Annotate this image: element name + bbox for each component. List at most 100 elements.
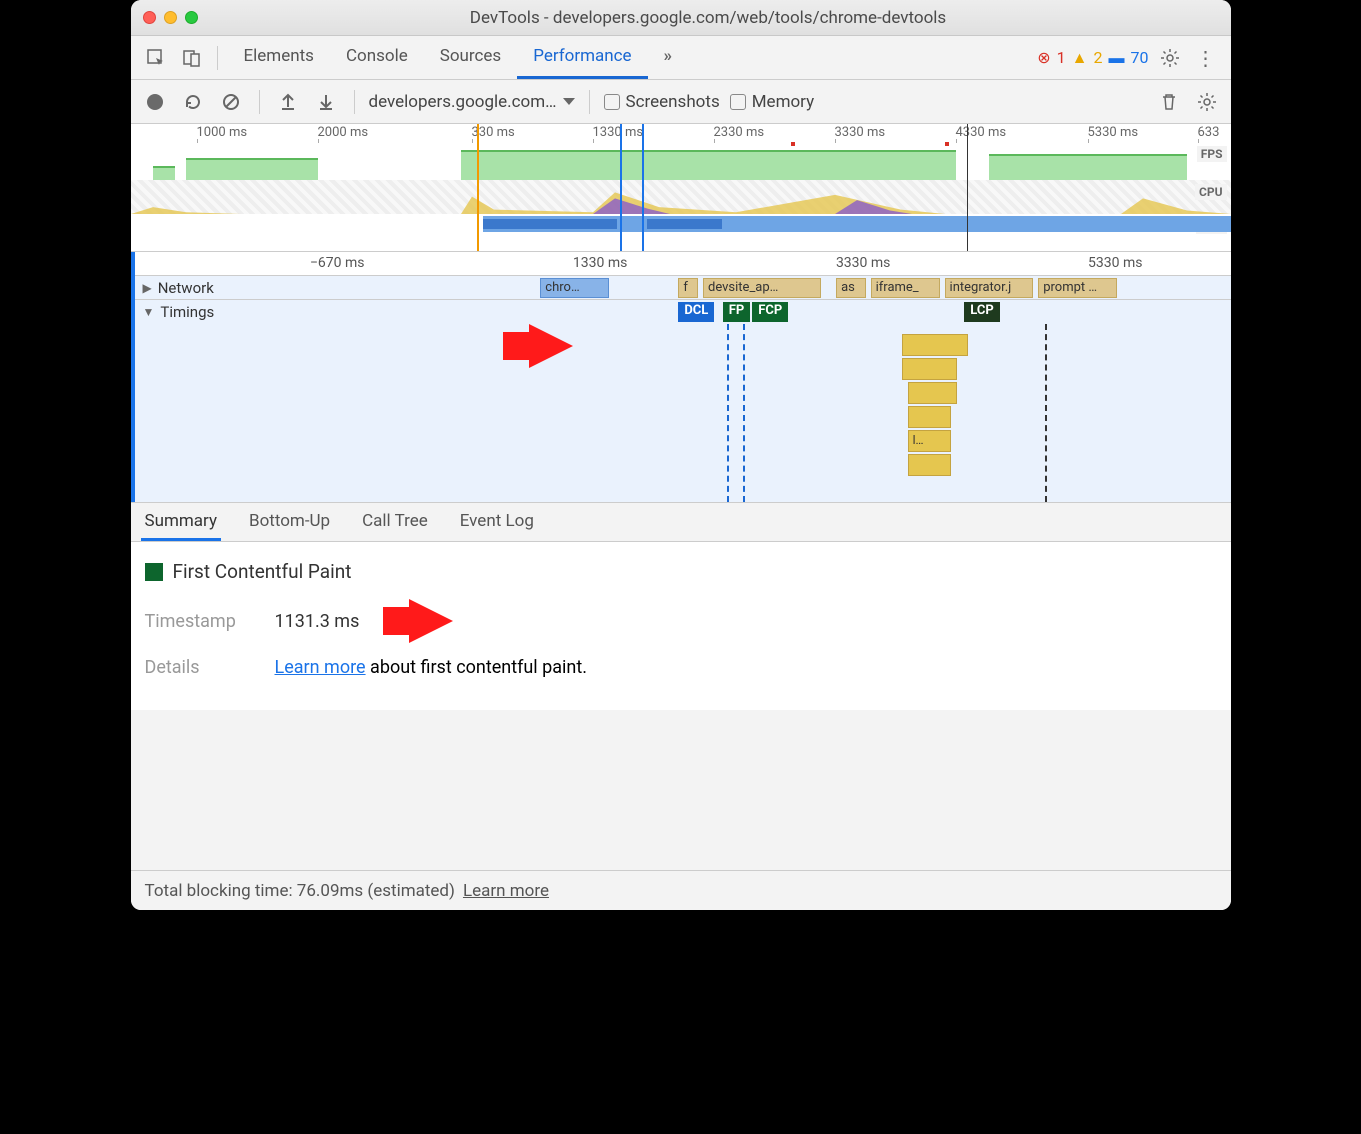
recording-select[interactable]: developers.google.com… — [369, 92, 575, 112]
load-profile-icon[interactable] — [274, 88, 302, 116]
expand-icon: ▶ — [143, 281, 152, 295]
checkbox-icon — [730, 94, 746, 110]
divider — [354, 90, 355, 114]
tab-sources[interactable]: Sources — [424, 36, 517, 79]
traffic-lights — [143, 11, 198, 24]
long-task-block[interactable] — [902, 358, 957, 380]
long-task-block[interactable] — [908, 406, 952, 428]
fp-line — [743, 324, 745, 502]
error-count[interactable]: 1 — [1057, 48, 1066, 67]
memory-checkbox[interactable]: Memory — [730, 92, 814, 112]
long-task-block[interactable] — [908, 454, 952, 476]
dropdown-icon — [563, 98, 575, 105]
details-row: Details Learn more about first contentfu… — [145, 657, 1217, 678]
more-options-icon[interactable]: ⋮ — [1191, 43, 1221, 73]
clear-button[interactable] — [217, 88, 245, 116]
screenshots-checkbox[interactable]: Screenshots — [604, 92, 720, 112]
network-item[interactable]: as — [836, 278, 866, 298]
lcp-marker-line — [967, 124, 968, 251]
long-task-block[interactable] — [908, 382, 957, 404]
learn-more-link[interactable]: Learn more — [275, 657, 366, 678]
tab-bottom-up[interactable]: Bottom-Up — [245, 503, 334, 541]
timings-track-label: Timings — [160, 303, 214, 321]
main-panel-bar: Elements Console Sources Performance » ⊗… — [131, 36, 1231, 80]
trash-icon[interactable] — [1155, 88, 1183, 116]
annotation-arrow — [529, 324, 573, 368]
capture-settings-icon[interactable] — [1193, 88, 1221, 116]
viewport-start-handle[interactable] — [477, 124, 479, 251]
warning-icon[interactable]: ▲ — [1072, 48, 1088, 68]
long-task-block[interactable] — [902, 334, 968, 356]
devtools-window: DevTools - developers.google.com/web/too… — [131, 0, 1231, 910]
message-icon[interactable]: ▬ — [1109, 48, 1125, 68]
long-task-block[interactable]: l… — [908, 430, 952, 452]
zoom-window-button[interactable] — [185, 11, 198, 24]
recording-select-label: developers.google.com… — [369, 92, 557, 112]
tab-console[interactable]: Console — [330, 36, 424, 79]
network-item[interactable]: integrator.j — [945, 278, 1034, 298]
timestamp-value: 1131.3 ms — [275, 611, 360, 632]
ruler-tick: 3330 ms — [835, 125, 886, 140]
lcp-badge[interactable]: LCP — [964, 302, 1000, 322]
blocking-time-learn-more[interactable]: Learn more — [463, 881, 549, 901]
ruler-tick: 1000 ms — [197, 125, 248, 140]
performance-toolbar: developers.google.com… Screenshots Memor… — [131, 80, 1231, 124]
device-toggle-icon[interactable] — [177, 43, 207, 73]
save-profile-icon[interactable] — [312, 88, 340, 116]
ruler-tick: 1330 ms — [593, 125, 644, 140]
blocking-time-text: Total blocking time: 76.09ms (estimated) — [145, 881, 455, 901]
tab-elements[interactable]: Elements — [228, 36, 330, 79]
summary-title: First Contentful Paint — [145, 560, 1217, 583]
network-item[interactable]: devsite_ap… — [703, 278, 821, 298]
network-item[interactable]: f — [678, 278, 698, 298]
ruler-tick: 2000 ms — [318, 125, 369, 140]
ruler-tick: 1330 ms — [573, 255, 627, 271]
ruler-tick: 5330 ms — [1088, 125, 1139, 140]
inspect-element-icon[interactable] — [141, 43, 171, 73]
network-item[interactable]: chro… — [540, 278, 609, 298]
network-item[interactable]: iframe_ — [871, 278, 940, 298]
error-icon[interactable]: ⊗ — [1037, 48, 1050, 67]
overview-ruler: 1000 ms 2000 ms 330 ms 1330 ms 2330 ms 3… — [131, 124, 1231, 142]
status-bar: Total blocking time: 76.09ms (estimated)… — [131, 870, 1231, 910]
flame-chart[interactable]: −670 ms 1330 ms 3330 ms 5330 ms ▶ Networ… — [131, 252, 1231, 502]
divider — [589, 90, 590, 114]
fcp-badge[interactable]: FCP — [752, 302, 788, 322]
close-window-button[interactable] — [143, 11, 156, 24]
details-text: about first contentful paint. — [366, 657, 587, 678]
dcl-badge[interactable]: DCL — [678, 302, 714, 322]
tab-event-log[interactable]: Event Log — [456, 503, 538, 541]
status-icons: ⊗ 1 ▲ 2 ▬ 70 — [1037, 48, 1148, 68]
reload-record-button[interactable] — [179, 88, 207, 116]
marker-line — [620, 124, 622, 251]
tab-call-tree[interactable]: Call Tree — [358, 503, 432, 541]
tab-summary[interactable]: Summary — [141, 503, 221, 541]
ruler-tick: 5330 ms — [1088, 255, 1142, 271]
divider — [217, 46, 218, 70]
panel-tabs: Elements Console Sources Performance » — [228, 36, 689, 79]
fp-badge[interactable]: FP — [723, 302, 751, 322]
timestamp-row: Timestamp 1131.3 ms — [145, 599, 1217, 643]
timings-track-header[interactable]: ▼ Timings DCL FP FCP LCP — [135, 300, 1231, 324]
event-color-swatch — [145, 563, 163, 581]
more-tabs-button[interactable]: » — [648, 36, 689, 79]
warning-count[interactable]: 2 — [1094, 48, 1103, 67]
settings-icon[interactable] — [1155, 43, 1185, 73]
timestamp-label: Timestamp — [145, 611, 255, 632]
network-track-header[interactable]: ▶ Network chro… f devsite_ap… as iframe_… — [135, 276, 1231, 300]
tab-performance[interactable]: Performance — [517, 36, 647, 79]
network-item[interactable]: prompt … — [1038, 278, 1117, 298]
ruler-tick: 633 — [1198, 125, 1220, 140]
detail-tabs: Summary Bottom-Up Call Tree Event Log — [131, 502, 1231, 542]
annotation-arrow — [409, 599, 453, 643]
titlebar: DevTools - developers.google.com/web/too… — [131, 0, 1231, 36]
net-lane: NET — [131, 214, 1231, 234]
event-name: First Contentful Paint — [173, 560, 352, 583]
minimize-window-button[interactable] — [164, 11, 177, 24]
message-count[interactable]: 70 — [1131, 48, 1149, 67]
overview-minimap[interactable]: 1000 ms 2000 ms 330 ms 1330 ms 2330 ms 3… — [131, 124, 1231, 252]
record-button[interactable] — [141, 88, 169, 116]
fps-lane: FPS — [131, 142, 1231, 180]
empty-area — [131, 710, 1231, 870]
ruler-tick: 2330 ms — [714, 125, 765, 140]
